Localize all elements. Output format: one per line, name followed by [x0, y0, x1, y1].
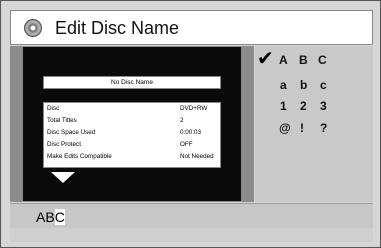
input-committed-text: AB — [36, 209, 55, 225]
disc-info-table: Disc DVD+RW Total Titles 2 Disc Space Us… — [43, 102, 221, 168]
key-at[interactable]: @ — [279, 121, 291, 135]
key-A[interactable]: A — [279, 53, 288, 67]
key-exclamation[interactable]: ! — [300, 121, 304, 135]
key-b[interactable]: b — [300, 78, 307, 92]
disc-name-field: No Disc Name — [43, 76, 221, 89]
keyboard-row-symbols[interactable]: @ ! ? — [279, 121, 369, 137]
info-value: OFF — [180, 141, 193, 148]
info-row-disc-protect: Disc Protect OFF — [47, 141, 217, 151]
key-a[interactable]: a — [280, 78, 287, 92]
info-row-make-edits-compatible: Make Edits Compatible Not Needed — [47, 153, 217, 163]
footer-strip — [10, 228, 373, 242]
keyboard-row-numbers[interactable]: 1 2 3 — [279, 99, 369, 115]
info-label: Make Edits Compatible — [47, 153, 112, 160]
page-title: Edit Disc Name — [55, 18, 180, 38]
character-keyboard: ✔ A B C a b c 1 2 3 @ ! ? — [255, 46, 373, 202]
text-cursor: C — [54, 209, 65, 225]
info-row-disc: Disc DVD+RW — [47, 105, 217, 115]
info-row-disc-space-used: Disc Space Used 0:00:03 — [47, 129, 217, 139]
key-B[interactable]: B — [299, 53, 308, 67]
key-2[interactable]: 2 — [300, 99, 307, 113]
info-value: Not Needed — [180, 153, 214, 160]
key-question[interactable]: ? — [320, 121, 327, 135]
key-3[interactable]: 3 — [320, 99, 327, 113]
info-label: Disc — [47, 105, 60, 112]
info-label: Total Titles — [47, 117, 77, 124]
info-row-total-titles: Total Titles 2 — [47, 117, 217, 127]
info-value: DVD+RW — [180, 105, 208, 112]
info-value: 0:00:03 — [180, 129, 202, 136]
info-label: Disc Space Used — [47, 129, 96, 136]
name-input-field[interactable]: ABC — [10, 203, 373, 228]
info-value: 2 — [180, 117, 184, 124]
edit-disc-name-screen: Edit Disc Name No Disc Name Disc DVD+RW … — [0, 0, 381, 248]
keyboard-row-uppercase[interactable]: A B C — [279, 53, 369, 69]
info-label: Disc Protect — [47, 141, 81, 148]
keyboard-row-lowercase[interactable]: a b c — [279, 78, 369, 94]
disc-preview-panel: No Disc Name Disc DVD+RW Total Titles 2 … — [10, 46, 254, 202]
key-C[interactable]: C — [318, 53, 327, 67]
key-c[interactable]: c — [320, 78, 327, 92]
scroll-down-arrow-icon[interactable] — [51, 172, 75, 183]
title-bar: Edit Disc Name — [10, 10, 373, 45]
key-1[interactable]: 1 — [280, 99, 287, 113]
checkmark-icon: ✔ — [257, 48, 274, 70]
input-text: ABC — [36, 209, 65, 225]
disc-preview-screen: No Disc Name Disc DVD+RW Total Titles 2 … — [23, 47, 241, 201]
disc-icon — [24, 19, 42, 37]
